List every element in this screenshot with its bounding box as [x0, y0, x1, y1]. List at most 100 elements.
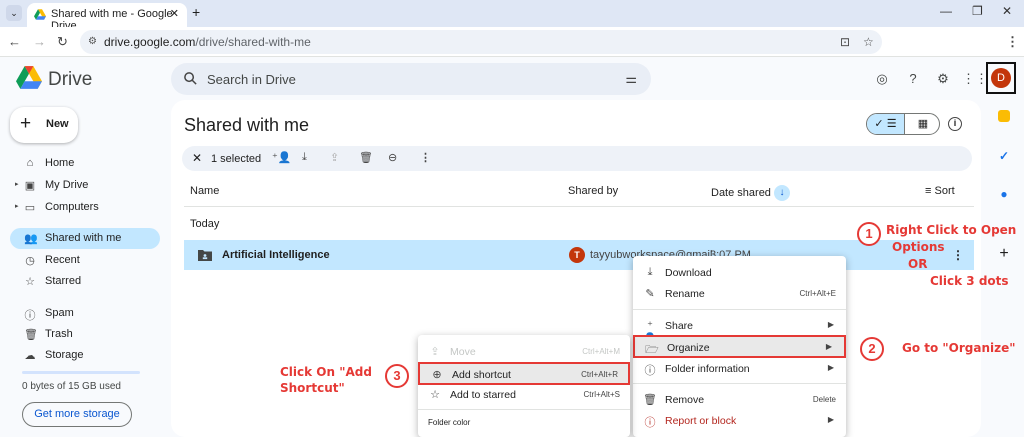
step-1-marker: 1 [857, 222, 881, 246]
menu-item-label: Folder information [665, 363, 750, 375]
sidebar-item-recent[interactable]: ◷ Recent [10, 250, 160, 271]
menu-shortcut: Delete [812, 395, 836, 404]
remove-icon[interactable]: 🗑 [359, 151, 373, 164]
submenu-arrow-icon: ▶ [827, 363, 834, 372]
menu-item-move[interactable]: ⇪ Move Ctrl+Alt+M [418, 341, 630, 362]
clear-selection-icon[interactable]: ✕ [192, 151, 202, 165]
menu-item-organize[interactable]: 🗁 Organize ▶ [633, 335, 846, 358]
avatar[interactable]: D [991, 68, 1011, 88]
back-icon[interactable]: ← [8, 34, 21, 49]
search-bar[interactable]: Search in Drive ⚌ [171, 63, 651, 95]
drive-favicon-icon [34, 9, 46, 20]
trash-icon: 🗑 [24, 329, 38, 341]
sidebar-item-my-drive[interactable]: ▸ ▣ My Drive [10, 175, 160, 196]
list-view-icon[interactable]: ✓ ☰ [867, 114, 904, 134]
add-addon-icon[interactable]: + [996, 246, 1012, 262]
people-icon: 👥 [24, 233, 38, 245]
url-host: drive.google.com [104, 35, 196, 49]
sidebar-item-home[interactable]: ⌂ Home [10, 153, 160, 174]
table-row[interactable]: Artificial Intelligence T tayyubworkspac… [184, 240, 974, 270]
settings-gear-icon[interactable]: ⚙ [934, 70, 952, 88]
search-input[interactable]: Search in Drive [207, 72, 296, 87]
sort-down-arrow-icon[interactable]: ↓ [774, 185, 790, 201]
column-header-shared-by[interactable]: Shared by [568, 185, 618, 197]
keep-icon[interactable] [998, 110, 1010, 122]
new-button[interactable]: + New [10, 107, 78, 143]
expand-caret-icon[interactable]: ▸ [15, 180, 19, 188]
menu-item-label: Report or block [665, 415, 737, 427]
menu-item-add-to-starred[interactable]: ☆ Add to starred Ctrl+Alt+S [418, 384, 630, 405]
sort-label: Sort [934, 185, 955, 197]
site-info-icon[interactable]: ⚙ [88, 36, 97, 47]
computers-icon: ▭ [24, 202, 36, 214]
menu-item-download[interactable]: ⤓ Download [633, 262, 846, 283]
header-divider [184, 206, 974, 207]
sidebar-item-computers[interactable]: ▸ ▭ Computers [10, 197, 160, 218]
install-app-icon[interactable]: ⊡ [840, 35, 850, 49]
download-icon: ⤓ [647, 266, 653, 278]
grid-view-icon[interactable]: ▦ [904, 114, 939, 134]
menu-item-label: Organize [667, 342, 710, 354]
menu-item-remove[interactable]: 🗑 Remove Delete [633, 389, 846, 410]
star-icon: ☆ [25, 276, 35, 288]
reload-icon[interactable]: ↻ [57, 34, 68, 50]
submenu-arrow-icon: ▶ [827, 320, 834, 329]
sidebar-item-shared-with-me[interactable]: 👥 Shared with me [10, 228, 160, 249]
column-header-name[interactable]: Name [190, 185, 219, 197]
selection-count: 1 selected [211, 153, 262, 165]
browser-tab[interactable]: Shared with me - Google Drive ✕ [27, 3, 187, 32]
menu-shortcut: Ctrl+Alt+R [581, 370, 618, 379]
menu-shortcut: Ctrl+Alt+M [582, 347, 620, 356]
folder-color-label: Folder color [428, 418, 471, 427]
close-window-icon[interactable]: ✕ [1002, 4, 1012, 18]
plus-icon: + [20, 113, 32, 134]
bookmark-star-icon[interactable]: ☆ [863, 35, 874, 49]
menu-item-folder-information[interactable]: ⓘ Folder information ▶ [633, 358, 846, 379]
expand-caret-icon[interactable]: ▸ [15, 202, 19, 210]
menu-shortcut: Ctrl+Alt+S [583, 390, 620, 399]
menu-item-rename[interactable]: ✎ Rename Ctrl+Alt+E [633, 283, 846, 304]
download-icon[interactable]: ⤓ [302, 151, 307, 164]
sidebar-item-label: Shared with me [45, 232, 122, 244]
column-header-date-shared[interactable]: Date shared ↓ [711, 185, 790, 201]
details-info-icon[interactable]: i [948, 117, 962, 131]
new-tab-button[interactable]: + [192, 4, 200, 20]
copy-link-icon[interactable]: ⊖ [388, 151, 397, 164]
add-shortcut-icon: ⊕ [432, 369, 442, 381]
browser-menu-icon[interactable]: ⋮ [1006, 34, 1019, 50]
menu-item-report-or-block[interactable]: ⓘ Report or block ▶ [633, 410, 846, 431]
tab-search-button[interactable]: ⌄ [6, 5, 22, 21]
page-title: Shared with me [184, 115, 310, 135]
forward-icon[interactable]: → [33, 34, 46, 49]
apps-grid-icon[interactable]: ⋮⋮ [962, 70, 988, 88]
menu-item-label: Download [665, 267, 712, 279]
tasks-icon[interactable]: ✓ [996, 148, 1012, 164]
share-icon[interactable]: ⁺👤 [272, 151, 292, 164]
minimize-icon[interactable]: — [940, 4, 952, 18]
more-actions-icon[interactable]: ⋮ [420, 151, 431, 164]
menu-item-share[interactable]: ⁺👤 Share ▶ [633, 315, 846, 345]
restore-icon[interactable]: ❐ [972, 4, 983, 18]
get-more-storage-button[interactable]: Get more storage [22, 402, 132, 427]
app-name: Drive [48, 69, 93, 90]
url-path: /drive/shared-with-me [195, 35, 311, 49]
offline-status-icon[interactable]: ◎ [873, 70, 891, 88]
pencil-icon: ✎ [645, 288, 655, 300]
group-label: Today [190, 218, 220, 230]
sidebar-item-spam[interactable]: ⓘ Spam [10, 303, 160, 324]
search-filter-icon[interactable]: ⚌ [625, 71, 637, 87]
menu-item-label: Move [450, 346, 476, 358]
file-name: Artificial Intelligence [222, 249, 330, 261]
menu-item-add-shortcut[interactable]: ⊕ Add shortcut Ctrl+Alt+R [418, 362, 630, 385]
sidebar-item-label: Home [45, 157, 75, 169]
sidebar-item-storage[interactable]: ☁ Storage [10, 345, 160, 366]
url-field[interactable]: ⚙ drive.google.com/drive/shared-with-me … [80, 30, 882, 54]
move-icon[interactable]: ⇪ [330, 151, 339, 164]
sidebar-item-starred[interactable]: ☆ Starred [10, 271, 160, 292]
sidebar-item-trash[interactable]: 🗑 Trash [10, 324, 160, 345]
help-icon[interactable]: ? [904, 70, 922, 88]
close-tab-icon[interactable]: ✕ [170, 7, 179, 20]
sort-button[interactable]: ≡ Sort [925, 185, 955, 197]
contacts-icon[interactable]: ● [996, 186, 1012, 202]
row-more-actions-icon[interactable]: ⋮ [952, 248, 964, 262]
